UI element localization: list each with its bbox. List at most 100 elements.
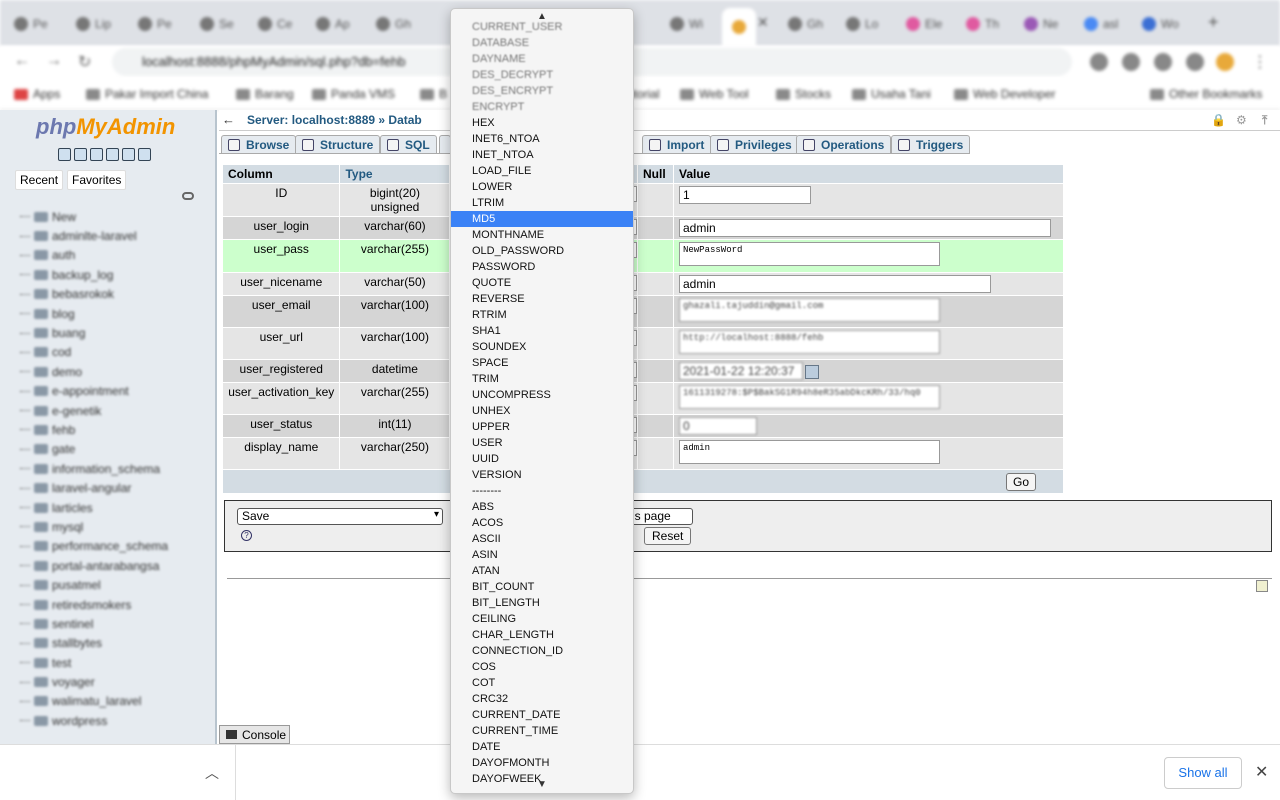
database-item[interactable]: bebasrokok [20, 285, 215, 304]
value-input-user-nicename[interactable]: admin [678, 275, 991, 293]
bookmark-folder[interactable]: Panda VMS [312, 87, 395, 101]
value-textarea-user-email[interactable]: ghazali.tajuddin@gmail.com [678, 298, 940, 322]
link-icon[interactable] [182, 192, 194, 200]
breadcrumb-database[interactable]: Datab [388, 113, 421, 127]
breadcrumb-server[interactable]: Server: localhost:8889 » [247, 113, 385, 127]
bookmark-apps[interactable]: Apps [14, 87, 60, 101]
function-option[interactable]: CEILING [451, 611, 633, 627]
bookmark-folder[interactable]: B [420, 87, 447, 101]
function-option[interactable]: CONNECTION_ID [451, 643, 633, 659]
function-option[interactable]: COT [451, 675, 633, 691]
database-item[interactable]: performance_schema [20, 537, 215, 556]
browser-tab[interactable]: Th [966, 10, 999, 38]
function-option[interactable]: QUOTE [451, 275, 633, 291]
tab-triggers[interactable]: Triggers [891, 135, 971, 154]
browser-tab[interactable]: Gh [376, 10, 411, 38]
calendar-icon[interactable] [804, 364, 819, 379]
forward-icon[interactable]: → [46, 52, 62, 70]
bookmark-folder[interactable]: Web Tool [680, 87, 749, 101]
browser-tab[interactable]: Ne [1024, 10, 1058, 38]
browser-tab[interactable]: Ce [258, 10, 292, 38]
query-window-icon[interactable] [90, 148, 103, 161]
save-mode-select[interactable]: Save ▾ [237, 508, 443, 525]
function-option[interactable]: ENCRYPT [451, 99, 633, 115]
database-item[interactable]: adminlte-laravel [20, 226, 215, 245]
recent-button[interactable]: Recent [15, 170, 64, 190]
function-option[interactable]: LTRIM [451, 195, 633, 211]
lock-icon[interactable]: 🔒 [1211, 113, 1226, 127]
database-item[interactable]: e-genetik [20, 401, 215, 420]
database-item[interactable]: backup_log [20, 265, 215, 284]
function-option[interactable]: UPPER [451, 419, 633, 435]
database-item[interactable]: larticles [20, 498, 215, 517]
function-option[interactable]: CURRENT_USER [451, 19, 633, 35]
function-option[interactable]: COS [451, 659, 633, 675]
function-option[interactable]: -------- [451, 483, 633, 499]
browser-tab[interactable]: Ele [906, 10, 942, 38]
database-item[interactable]: voyager [20, 672, 215, 691]
function-option[interactable]: OLD_PASSWORD [451, 243, 633, 259]
function-option[interactable]: LOWER [451, 179, 633, 195]
database-item[interactable]: test [20, 653, 215, 672]
bookmark-folder[interactable]: Web Developer [954, 87, 1056, 101]
database-item[interactable]: retiredsmokers [20, 595, 215, 614]
function-option-selected[interactable]: MD5 [451, 211, 633, 227]
tab-structure[interactable]: Structure [295, 135, 381, 154]
database-item[interactable]: buang [20, 323, 215, 342]
function-option[interactable]: ATAN [451, 563, 633, 579]
bookmark-folder[interactable]: Stocks [776, 87, 831, 101]
function-option[interactable]: ASIN [451, 547, 633, 563]
function-option[interactable]: INET_NTOA [451, 147, 633, 163]
function-option[interactable]: UNCOMPRESS [451, 387, 633, 403]
browser-tab[interactable]: Wo [1142, 10, 1179, 38]
function-option[interactable]: LOAD_FILE [451, 163, 633, 179]
function-option[interactable]: ACOS [451, 515, 633, 531]
function-option[interactable]: BIT_LENGTH [451, 595, 633, 611]
value-input-id[interactable]: 1 [678, 186, 811, 204]
database-item[interactable]: blog [20, 304, 215, 323]
extension-icon[interactable] [1154, 53, 1172, 71]
function-option[interactable]: DATABASE [451, 35, 633, 51]
tab-import[interactable]: Import [642, 135, 712, 154]
function-option[interactable]: CURRENT_TIME [451, 723, 633, 739]
gear-icon[interactable]: ⚙ [1236, 113, 1250, 127]
value-input-user-status[interactable]: 0 [678, 417, 757, 435]
reload-nav-icon[interactable] [138, 148, 151, 161]
browser-tab[interactable]: Gh [788, 10, 823, 38]
database-item[interactable]: walimatu_laravel [20, 692, 215, 711]
function-option[interactable]: DATE [451, 739, 633, 755]
console-toggle[interactable]: Console [219, 725, 290, 744]
bookmark-folder[interactable]: Usaha Tani [852, 87, 931, 101]
bookmark-other[interactable]: Other Bookmarks [1150, 87, 1262, 101]
function-option[interactable]: CHAR_LENGTH [451, 627, 633, 643]
new-tab-icon[interactable]: + [1208, 12, 1219, 33]
function-option[interactable]: PASSWORD [451, 259, 633, 275]
database-item[interactable]: mysql [20, 517, 215, 536]
close-icon[interactable]: ✕ [1255, 762, 1268, 782]
bookmark-folder[interactable]: Barang [236, 87, 294, 101]
database-item[interactable]: information_schema [20, 459, 215, 478]
extension-icon[interactable] [1090, 53, 1108, 71]
tab-browse[interactable]: Browse [221, 135, 297, 154]
function-option[interactable]: DES_ENCRYPT [451, 83, 633, 99]
logout-icon[interactable] [74, 148, 87, 161]
reset-button[interactable]: Reset [644, 527, 692, 545]
extension-icon[interactable] [1122, 53, 1140, 71]
database-item[interactable]: laravel-angular [20, 478, 215, 497]
settings-icon[interactable] [122, 148, 135, 161]
value-textarea-activation-key[interactable]: 1611319278:$P$BakSG1R94h8eR35abDkcKRh/33… [678, 385, 940, 409]
back-icon[interactable]: ← [14, 52, 30, 70]
download-item[interactable]: ︿ [0, 745, 236, 800]
value-textarea-user-pass[interactable]: NewPassWord [678, 242, 940, 266]
tab-sql[interactable]: SQL [380, 135, 437, 154]
profile-avatar[interactable] [1216, 53, 1234, 71]
chevron-up-icon[interactable]: ︿ [205, 763, 219, 783]
function-option[interactable]: ASCII [451, 531, 633, 547]
close-tab-icon[interactable]: ✕ [757, 14, 769, 31]
browser-tab[interactable]: Lip [76, 10, 111, 38]
database-item[interactable]: pusatmel [20, 575, 215, 594]
docs-icon[interactable] [106, 148, 119, 161]
function-option[interactable]: SHA1 [451, 323, 633, 339]
browser-tab[interactable]: Pe [138, 10, 172, 38]
function-option[interactable]: DAYNAME [451, 51, 633, 67]
